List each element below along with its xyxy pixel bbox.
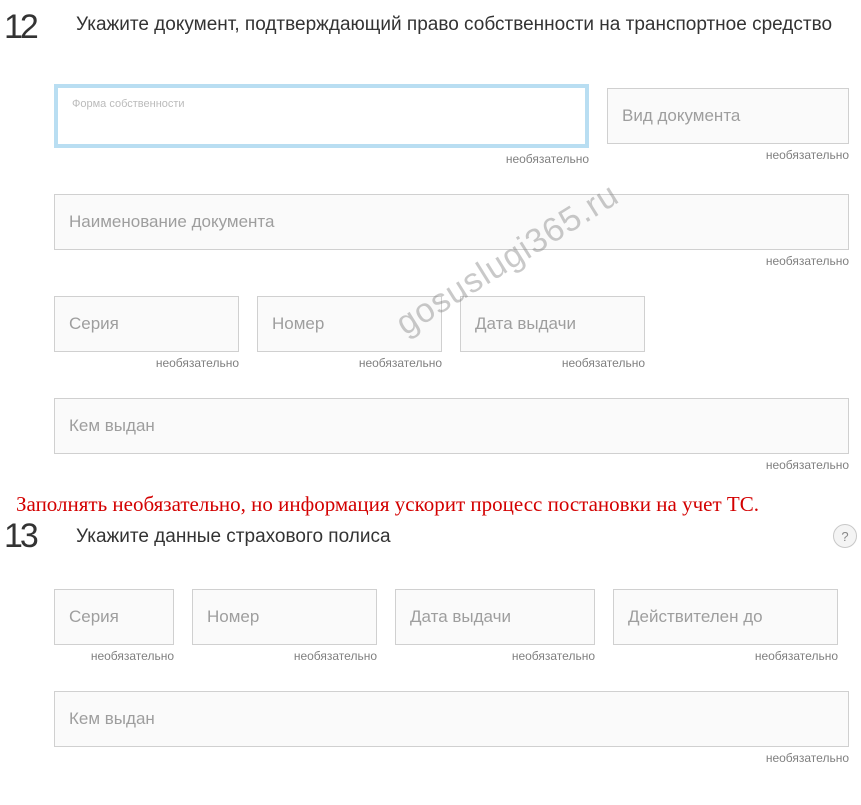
doc-number-placeholder: Номер xyxy=(272,314,324,334)
ownership-form-input[interactable]: Форма собственности xyxy=(54,84,589,148)
policy-series-optional: необязательно xyxy=(54,649,174,663)
step-number-13: 13 xyxy=(4,519,52,553)
section-12: 12 Укажите документ, подтверждающий прав… xyxy=(4,10,857,472)
doc-issued-by-placeholder: Кем выдан xyxy=(69,416,155,436)
help-button[interactable]: ? xyxy=(833,524,857,548)
doc-name-input[interactable]: Наименование документа xyxy=(54,194,849,250)
policy-issue-date-placeholder: Дата выдачи xyxy=(410,607,511,627)
policy-issue-date-input[interactable]: Дата выдачи xyxy=(395,589,595,645)
policy-issued-by-placeholder: Кем выдан xyxy=(69,709,155,729)
doc-type-placeholder: Вид документа xyxy=(622,106,740,126)
doc-number-optional: необязательно xyxy=(257,356,442,370)
step-title-12: Укажите документ, подтверждающий право с… xyxy=(76,10,832,39)
policy-issued-by-input[interactable]: Кем выдан xyxy=(54,691,849,747)
section-12-header: 12 Укажите документ, подтверждающий прав… xyxy=(4,10,857,44)
doc-issue-date-input[interactable]: Дата выдачи xyxy=(460,296,645,352)
doc-series-optional: необязательно xyxy=(54,356,239,370)
policy-issue-date-optional: необязательно xyxy=(395,649,595,663)
annotation-text: Заполнять необязательно, но информация у… xyxy=(16,492,857,517)
section-13: 13 Укажите данные страхового полиса ? Се… xyxy=(4,519,857,765)
step-number-12: 12 xyxy=(4,10,52,44)
doc-type-input[interactable]: Вид документа xyxy=(607,88,849,144)
policy-series-input[interactable]: Серия xyxy=(54,589,174,645)
doc-number-input[interactable]: Номер xyxy=(257,296,442,352)
doc-series-placeholder: Серия xyxy=(69,314,119,334)
doc-name-optional: необязательно xyxy=(54,254,849,268)
policy-valid-until-placeholder: Действителен до xyxy=(628,607,763,627)
ownership-form-optional: необязательно xyxy=(54,152,589,166)
section-13-header: 13 Укажите данные страхового полиса ? xyxy=(4,519,857,553)
step-title-13: Укажите данные страхового полиса xyxy=(76,522,833,551)
policy-valid-until-optional: необязательно xyxy=(613,649,838,663)
doc-name-placeholder: Наименование документа xyxy=(69,212,274,232)
policy-number-optional: необязательно xyxy=(192,649,377,663)
ownership-form-floating-label: Форма собственности xyxy=(72,98,185,110)
doc-issue-date-placeholder: Дата выдачи xyxy=(475,314,576,334)
policy-number-placeholder: Номер xyxy=(207,607,259,627)
policy-number-input[interactable]: Номер xyxy=(192,589,377,645)
doc-series-input[interactable]: Серия xyxy=(54,296,239,352)
doc-issue-date-optional: необязательно xyxy=(460,356,645,370)
doc-issued-by-input[interactable]: Кем выдан xyxy=(54,398,849,454)
policy-valid-until-input[interactable]: Действителен до xyxy=(613,589,838,645)
doc-issued-by-optional: необязательно xyxy=(54,458,849,472)
doc-type-optional: необязательно xyxy=(607,148,849,162)
policy-series-placeholder: Серия xyxy=(69,607,119,627)
policy-issued-by-optional: необязательно xyxy=(54,751,849,765)
